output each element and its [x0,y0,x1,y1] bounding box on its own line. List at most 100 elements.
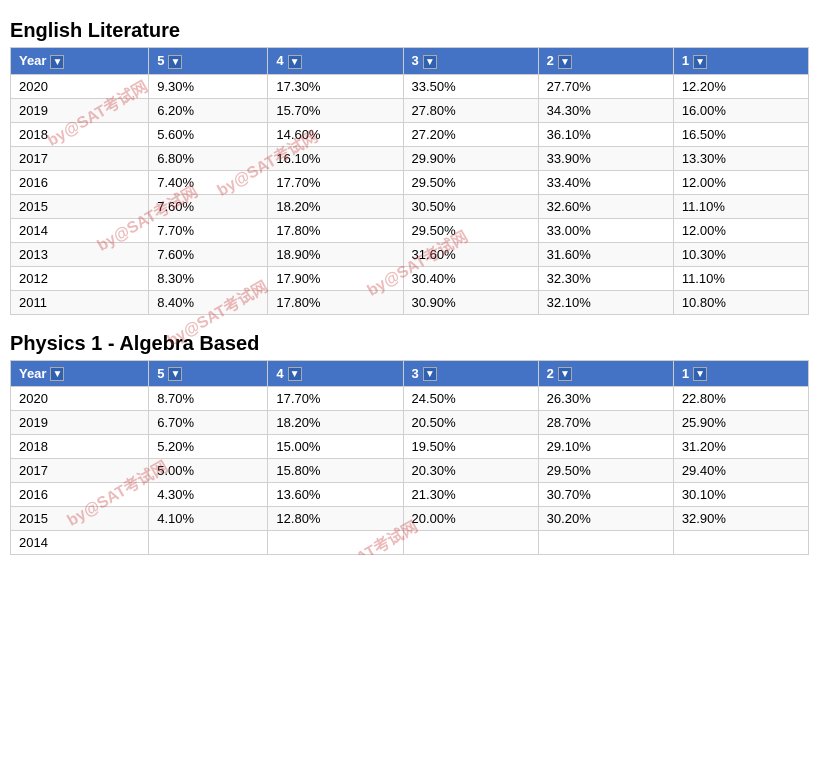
header-label: 1 [682,53,689,68]
score-cell: 27.70% [538,74,673,98]
score-cell: 29.50% [538,459,673,483]
score-cell: 15.00% [268,435,403,459]
score-cell: 6.20% [149,98,268,122]
score-cell: 29.10% [538,435,673,459]
score-cell: 30.40% [403,266,538,290]
score-cell: 27.20% [403,122,538,146]
header-label: 5 [157,53,164,68]
filter-dropdown-icon[interactable]: ▼ [693,367,707,381]
column-header-5[interactable]: 5▼ [149,48,268,75]
filter-dropdown-icon[interactable]: ▼ [50,367,64,381]
table-row: 20175.00%15.80%20.30%29.50%29.40% [11,459,809,483]
filter-dropdown-icon[interactable]: ▼ [50,55,64,69]
column-header-4[interactable]: 4▼ [268,360,403,387]
score-cell: 21.30% [403,483,538,507]
year-cell: 2013 [11,242,149,266]
header-label: Year [19,53,46,68]
score-cell: 33.40% [538,170,673,194]
score-cell: 10.30% [673,242,808,266]
filter-dropdown-icon[interactable]: ▼ [423,367,437,381]
score-cell: 18.90% [268,242,403,266]
score-cell: 11.10% [673,266,808,290]
score-cell: 17.30% [268,74,403,98]
header-label: 2 [547,53,554,68]
score-cell: 29.40% [673,459,808,483]
score-cell: 7.60% [149,242,268,266]
filter-dropdown-icon[interactable]: ▼ [168,367,182,381]
score-cell: 29.90% [403,146,538,170]
year-cell: 2017 [11,459,149,483]
score-cell [403,531,538,555]
table-row: 20118.40%17.80%30.90%32.10%10.80% [11,290,809,314]
score-cell: 32.60% [538,194,673,218]
score-cell [673,531,808,555]
header-label: Year [19,366,46,381]
table-row: 20185.20%15.00%19.50%29.10%31.20% [11,435,809,459]
year-cell: 2019 [11,411,149,435]
score-cell: 14.60% [268,122,403,146]
score-cell: 29.50% [403,170,538,194]
filter-dropdown-icon[interactable]: ▼ [558,367,572,381]
score-cell: 6.70% [149,411,268,435]
year-cell: 2015 [11,507,149,531]
year-cell: 2012 [11,266,149,290]
score-cell: 13.30% [673,146,808,170]
score-cell: 33.50% [403,74,538,98]
score-cell: 12.00% [673,170,808,194]
year-cell: 2017 [11,146,149,170]
column-header-4[interactable]: 4▼ [268,48,403,75]
year-cell: 2018 [11,122,149,146]
header-label: 5 [157,366,164,381]
column-header-1[interactable]: 1▼ [673,360,808,387]
column-header-year[interactable]: Year ▼ [11,360,149,387]
column-header-3[interactable]: 3▼ [403,360,538,387]
score-cell: 30.70% [538,483,673,507]
filter-dropdown-icon[interactable]: ▼ [288,367,302,381]
score-cell: 36.10% [538,122,673,146]
score-cell: 17.70% [268,170,403,194]
score-cell: 17.80% [268,218,403,242]
table-row: 20147.70%17.80%29.50%33.00%12.00% [11,218,809,242]
year-cell: 2020 [11,74,149,98]
score-cell: 17.70% [268,387,403,411]
header-label: 4 [276,53,283,68]
score-cell: 20.30% [403,459,538,483]
column-header-year[interactable]: Year ▼ [11,48,149,75]
table-row: 20176.80%16.10%29.90%33.90%13.30% [11,146,809,170]
score-cell: 20.00% [403,507,538,531]
column-header-1[interactable]: 1▼ [673,48,808,75]
column-header-2[interactable]: 2▼ [538,48,673,75]
score-cell: 28.70% [538,411,673,435]
column-header-2[interactable]: 2▼ [538,360,673,387]
score-cell: 11.10% [673,194,808,218]
score-cell: 16.50% [673,122,808,146]
table-row: 20185.60%14.60%27.20%36.10%16.50% [11,122,809,146]
year-cell: 2011 [11,290,149,314]
filter-dropdown-icon[interactable]: ▼ [288,55,302,69]
header-label: 3 [412,53,419,68]
score-cell: 9.30% [149,74,268,98]
table-row: 20208.70%17.70%24.50%26.30%22.80% [11,387,809,411]
filter-dropdown-icon[interactable]: ▼ [693,55,707,69]
year-cell: 2016 [11,483,149,507]
filter-dropdown-icon[interactable]: ▼ [168,55,182,69]
column-header-5[interactable]: 5▼ [149,360,268,387]
filter-dropdown-icon[interactable]: ▼ [423,55,437,69]
score-cell: 10.80% [673,290,808,314]
filter-dropdown-icon[interactable]: ▼ [558,55,572,69]
score-cell: 33.90% [538,146,673,170]
column-header-3[interactable]: 3▼ [403,48,538,75]
table-row: 20157.60%18.20%30.50%32.60%11.10% [11,194,809,218]
physics-table: Year▼5▼4▼3▼2▼1▼ 20208.70%17.70%24.50%26.… [10,360,809,556]
score-cell: 8.40% [149,290,268,314]
score-cell: 32.30% [538,266,673,290]
score-cell: 30.50% [403,194,538,218]
score-cell: 5.00% [149,459,268,483]
table-row: 20154.10%12.80%20.00%30.20%32.90% [11,507,809,531]
year-cell: 2020 [11,387,149,411]
score-cell: 5.20% [149,435,268,459]
score-cell: 20.50% [403,411,538,435]
score-cell: 7.70% [149,218,268,242]
score-cell [268,531,403,555]
year-cell: 2016 [11,170,149,194]
